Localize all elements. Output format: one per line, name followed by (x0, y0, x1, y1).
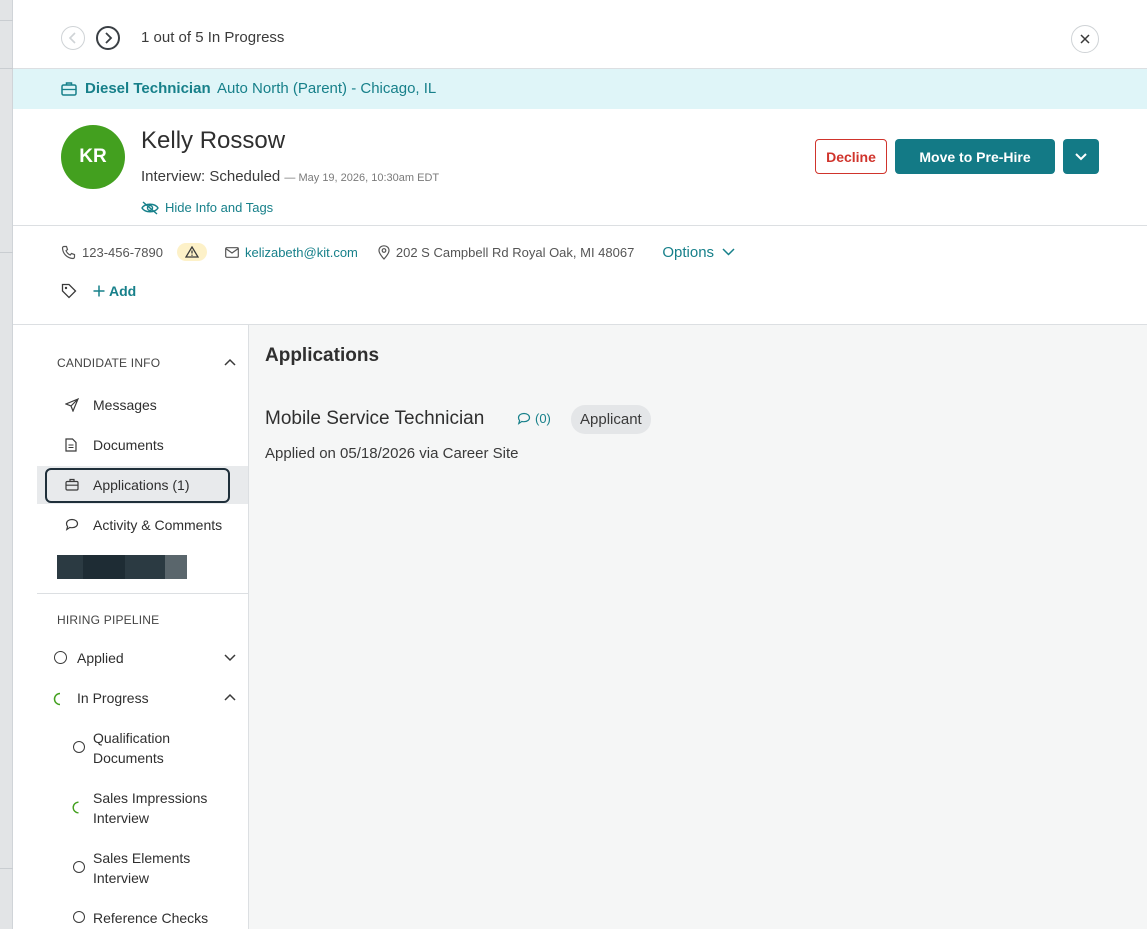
chevron-right-icon (105, 32, 113, 44)
address-text: 202 S Campbell Rd Royal Oak, MI 48067 (395, 244, 635, 260)
comment-icon (517, 412, 531, 425)
chevron-down-icon (722, 248, 735, 256)
comment-icon (65, 518, 79, 531)
contact-row: 123-456-7890 kelizabeth@kit.com 202 S Ca… (61, 242, 735, 262)
job-location: Auto North (Parent) - Chicago, IL (217, 80, 437, 97)
job-title-link[interactable]: Diesel Technician (85, 80, 211, 97)
sidebar-item-label: Messages (93, 397, 157, 413)
page-title: Applications (265, 345, 380, 366)
candidate-info-header: CANDIDATE INFO (57, 356, 161, 370)
in-progress-icon (53, 692, 61, 706)
phone-item: 123-456-7890 (61, 243, 207, 261)
hide-info-label: Hide Info and Tags (165, 200, 274, 215)
status-text: Interview: Scheduled (141, 168, 281, 185)
candidate-drawer: 1 out of 5 In Progress Diesel Technician… (13, 0, 1147, 929)
address-item: 202 S Campbell Rd Royal Oak, MI 48067 (378, 245, 634, 260)
briefcase-icon (61, 82, 77, 96)
comment-count: (0) (535, 411, 551, 426)
sidebar-item-label: Documents (93, 437, 164, 453)
in-progress-icon (72, 801, 79, 814)
sidebar-item-documents[interactable]: Documents (37, 426, 248, 464)
avatar: KR (61, 125, 125, 189)
stage-status-icon (73, 911, 85, 923)
pipeline-substage-sales-elements-interview[interactable]: Sales Elements Interview (93, 848, 203, 888)
job-banner: Diesel Technician Auto North (Parent) - … (13, 69, 1147, 109)
chevron-up-icon[interactable] (224, 358, 236, 366)
applied-info: Applied on 05/18/2026 via Career Site (265, 445, 519, 462)
decline-button[interactable]: Decline (815, 139, 887, 174)
eye-off-icon (141, 200, 159, 215)
application-title[interactable]: Mobile Service Technician (265, 408, 484, 430)
phone-number: 123-456-7890 (82, 244, 163, 260)
pipeline-substage-qualification-documents[interactable]: Qualification Documents (93, 728, 203, 768)
hiring-pipeline-header: HIRING PIPELINE (57, 613, 160, 627)
candidate-counter: 1 out of 5 In Progress (141, 29, 285, 46)
add-tag-button[interactable]: Add (93, 283, 136, 299)
tag-icon (61, 283, 77, 299)
chevron-down-icon[interactable] (224, 654, 236, 662)
status-badge: Applicant (571, 405, 651, 434)
move-to-pre-hire-button[interactable]: Move to Pre-Hire (895, 139, 1055, 174)
location-pin-icon (378, 244, 390, 260)
send-icon (65, 398, 79, 412)
chevron-up-icon[interactable] (224, 693, 236, 701)
email-item: kelizabeth@kit.com (225, 245, 358, 260)
pipeline-substage-sales-impressions-interview[interactable]: Sales Impressions Interview (93, 788, 213, 828)
close-icon (1080, 34, 1090, 44)
stage-status-icon (73, 741, 85, 753)
main-content: Applications Mobile Service Technician (… (249, 325, 1147, 929)
warning-icon (184, 246, 199, 258)
options-label: Options (662, 243, 715, 261)
sidebar-item-label: Applications (1) (93, 477, 190, 493)
options-dropdown[interactable]: Options (662, 244, 735, 261)
hide-info-toggle[interactable]: Hide Info and Tags (141, 200, 273, 215)
divider (37, 593, 248, 594)
divider (13, 225, 1147, 226)
stage-status-icon (73, 861, 85, 873)
phone-warning-badge[interactable] (176, 243, 207, 261)
sidebar-item-applications[interactable]: Applications (1) (37, 466, 248, 504)
close-button[interactable] (1071, 25, 1099, 53)
sidebar: CANDIDATE INFO Messages Documents Applic… (37, 325, 249, 929)
phone-icon (61, 245, 76, 259)
add-tag-label: Add (109, 283, 137, 299)
next-candidate-button[interactable] (96, 26, 120, 50)
plus-icon (93, 285, 105, 297)
pipeline-stage-in-progress[interactable]: In Progress (77, 688, 149, 708)
status-date: — May 19, 2026, 10:30am EDT (284, 172, 440, 184)
redacted-block (57, 555, 187, 579)
application-comments-button[interactable]: (0) (517, 411, 551, 426)
chevron-left-icon (68, 32, 76, 44)
tags-row: Add (61, 283, 136, 299)
pipeline-stage-applied[interactable]: Applied (77, 648, 124, 668)
background-page-edge (0, 0, 13, 929)
candidate-status: Interview: Scheduled — May 19, 2026, 10:… (141, 168, 439, 185)
sidebar-item-label: Activity & Comments (93, 517, 223, 533)
briefcase-icon (65, 478, 79, 491)
pipeline-substage-reference-checks[interactable]: Reference Checks (93, 908, 208, 928)
candidate-name: Kelly Rossow (141, 127, 286, 154)
drawer-top-bar: 1 out of 5 In Progress (13, 0, 1147, 69)
stage-status-icon (54, 651, 67, 664)
more-actions-button[interactable] (1063, 139, 1099, 174)
email-link[interactable]: kelizabeth@kit.com (245, 245, 358, 260)
mail-icon (225, 246, 239, 258)
document-icon (65, 438, 77, 452)
sidebar-item-activity-comments[interactable]: Activity & Comments (37, 506, 248, 544)
chevron-down-icon (1075, 152, 1087, 160)
sidebar-item-messages[interactable]: Messages (37, 386, 248, 424)
previous-candidate-button[interactable] (61, 26, 85, 50)
